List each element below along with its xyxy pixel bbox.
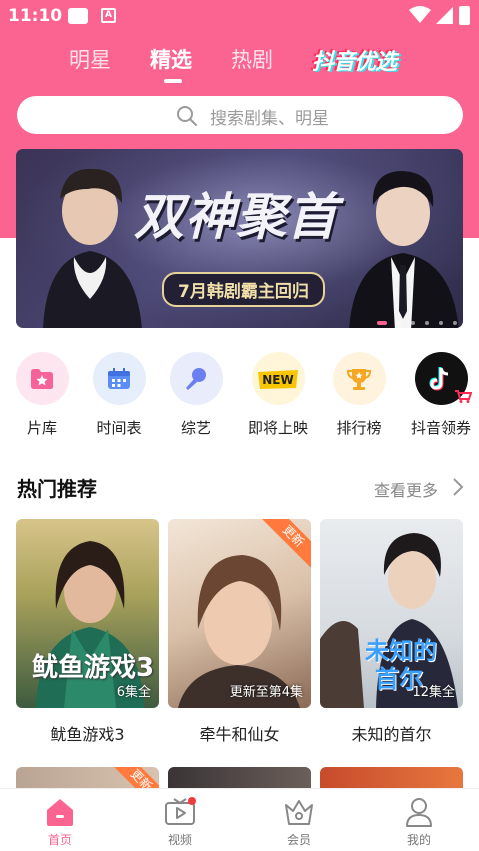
banner-dot (376, 320, 387, 325)
banner-dot (438, 320, 443, 325)
quick-entry-label: 时间表 (96, 419, 142, 437)
quick-entry-library[interactable]: 片库 (4, 352, 80, 438)
status-time: 11:10 (8, 6, 63, 26)
quick-entry-douyin-coupon[interactable]: 抖音领券 (403, 352, 479, 438)
quick-entry-label: 排行榜 (336, 419, 382, 437)
episode-badge: 12集全 (412, 685, 455, 700)
home-icon (44, 797, 76, 827)
tab-hot-dramas[interactable]: 热剧 (231, 44, 273, 74)
banner-pagination (372, 312, 457, 325)
folder-star-icon (15, 352, 69, 405)
episode-badge: 更新至第4集 (229, 685, 303, 700)
search-bar[interactable]: 搜索剧集、明星 (17, 96, 463, 134)
quick-entry-coming-soon[interactable]: NEW 即将上映 (240, 352, 316, 438)
douyin-icon (414, 352, 472, 405)
quick-entry-row: 片库 时间表 综艺 NEW 即将上映 排行榜 抖音领券 (0, 352, 479, 442)
quick-entry-variety[interactable]: 综艺 (158, 352, 234, 438)
cart-icon (454, 390, 472, 403)
episode-badge: 6集全 (116, 685, 151, 700)
search-icon (177, 106, 197, 126)
chevron-right-icon[interactable] (452, 478, 464, 496)
svg-text:NEW: NEW (262, 373, 293, 387)
video-icon (164, 797, 196, 827)
drama-title: 未知的首尔 (351, 725, 432, 744)
promo-banner[interactable]: 双神聚首 7月韩剧霸主回归 (16, 149, 463, 328)
drama-title: 鱿鱼游戏3 (50, 725, 125, 744)
drama-card-unknown-seoul[interactable]: 未知的 首尔 12集全 未知的首尔 (320, 519, 463, 745)
top-tabs: 明星 精选 热剧 抖音优选 (0, 44, 479, 84)
message-icon (68, 8, 88, 24)
banner-dot (410, 320, 415, 325)
profile-icon (403, 797, 435, 827)
nav-label: 会员 (286, 833, 311, 847)
banner-actor-right-image (349, 171, 459, 328)
new-icon: NEW (251, 352, 305, 405)
banner-dot (396, 320, 401, 325)
nav-label: 我的 (406, 833, 431, 847)
nav-profile[interactable]: 我的 (379, 797, 459, 848)
calendar-icon (92, 352, 146, 405)
nav-label: 视频 (167, 833, 192, 847)
banner-dot (424, 320, 429, 325)
battery-icon (459, 6, 470, 25)
quick-entry-label: 片库 (26, 419, 57, 437)
banner-dot (453, 320, 457, 325)
nav-vip[interactable]: 会员 (259, 797, 339, 848)
tab-active-indicator (164, 79, 182, 83)
tab-douyin-select[interactable]: 抖音优选 (312, 44, 397, 76)
wifi-icon (409, 6, 431, 23)
tab-featured[interactable]: 精选 (150, 44, 192, 74)
nav-video[interactable]: 视频 (140, 797, 220, 848)
quick-entry-ranking[interactable]: 排行榜 (321, 352, 397, 438)
drama-poster: 更新 更新至第4集 (168, 519, 311, 708)
search-placeholder: 搜索剧集、明星 (210, 109, 329, 129)
drama-card-squid-game[interactable]: 鱿鱼游戏3 6集全 鱿鱼游戏3 (16, 519, 159, 745)
section-title-hot: 热门推荐 (17, 477, 97, 501)
drama-title: 牵牛和仙女 (199, 725, 280, 744)
drama-card-cowherd-and-fairy[interactable]: 更新 更新至第4集 牵牛和仙女 (168, 519, 311, 745)
cellular-icon (436, 7, 453, 24)
notification-dot (188, 797, 196, 805)
a-icon: A (101, 8, 116, 23)
vip-crown-icon (283, 797, 315, 827)
nav-home[interactable]: 首页 (20, 797, 100, 848)
quick-entry-label: 综艺 (180, 419, 211, 437)
banner-subtitle: 7月韩剧霸主回归 (162, 272, 325, 307)
drama-poster: 鱿鱼游戏3 6集全 (16, 519, 159, 708)
quick-entry-label: 抖音领券 (410, 419, 471, 437)
microphone-icon (169, 352, 223, 405)
quick-entry-schedule[interactable]: 时间表 (81, 352, 157, 438)
status-bar: 11:10 A (0, 0, 479, 34)
poster-title-overlay: 鱿鱼游戏3 (32, 653, 155, 683)
see-more-link[interactable]: 查看更多 (374, 477, 438, 501)
tab-stars[interactable]: 明星 (69, 44, 111, 74)
quick-entry-label: 即将上映 (247, 419, 308, 437)
nav-label: 首页 (47, 833, 72, 847)
trophy-icon (332, 352, 386, 405)
banner-actor-left-image (43, 168, 142, 328)
banner-title: 双神聚首 (134, 188, 338, 246)
drama-poster: 未知的 首尔 12集全 (320, 519, 463, 708)
bottom-navigation: 首页 视频 会员 我的 (0, 788, 479, 851)
